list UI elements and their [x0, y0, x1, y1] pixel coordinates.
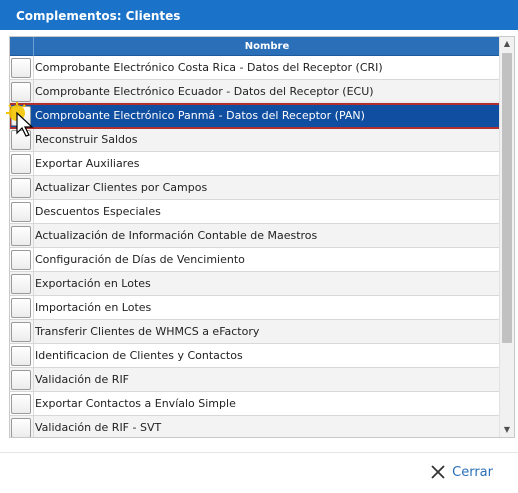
table-row[interactable]: Exportar Auxiliares [10, 152, 500, 176]
row-checkbox[interactable] [11, 154, 31, 174]
row-label: Importación en Lotes [35, 301, 152, 314]
table-row[interactable]: Descuentos Especiales [10, 200, 500, 224]
row-label: Validación de RIF [35, 373, 130, 386]
row-checkbox-cell [10, 80, 34, 103]
table-row[interactable]: Actualizar Clientes por Campos [10, 176, 500, 200]
vertical-scrollbar[interactable]: ▲ ▼ [499, 37, 514, 437]
row-checkbox-cell [10, 56, 34, 79]
table-row[interactable]: Exportar Contactos a Envíalo Simple [10, 392, 500, 416]
row-checkbox[interactable] [11, 58, 31, 78]
row-checkbox-cell [10, 152, 34, 175]
grid-header: Nombre [10, 37, 500, 56]
plugins-grid: Nombre Comprobante Electrónico Costa Ric… [9, 36, 515, 438]
row-checkbox-cell [10, 416, 34, 437]
row-label: Identificacion de Clientes y Contactos [35, 349, 243, 362]
row-checkbox-cell [10, 200, 34, 223]
row-label: Actualización de Información Contable de… [35, 229, 318, 242]
grid-rows: Comprobante Electrónico Costa Rica - Dat… [10, 56, 501, 437]
row-checkbox-cell [10, 224, 34, 247]
row-label: Exportar Contactos a Envíalo Simple [35, 397, 236, 410]
table-row[interactable]: Transferir Clientes de WHMCS a eFactory [10, 320, 500, 344]
row-checkbox[interactable] [11, 322, 31, 342]
row-checkbox-cell [10, 296, 34, 319]
row-checkbox-cell [10, 248, 34, 271]
row-label: Validación de RIF - SVT [35, 421, 162, 434]
row-checkbox[interactable] [11, 82, 31, 102]
row-checkbox[interactable] [11, 370, 31, 390]
row-label: Actualizar Clientes por Campos [35, 181, 208, 194]
row-label: Comprobante Electrónico Ecuador - Datos … [35, 85, 374, 98]
row-checkbox[interactable] [11, 202, 31, 222]
mouse-pointer-icon [6, 102, 34, 137]
table-row[interactable]: Identificacion de Clientes y Contactos [10, 344, 500, 368]
row-label: Descuentos Especiales [35, 205, 161, 218]
row-checkbox-cell [10, 320, 34, 343]
table-row[interactable]: Configuración de Días de Vencimiento [10, 248, 500, 272]
dialog-footer: Cerrar [0, 452, 518, 493]
row-checkbox-cell [10, 368, 34, 391]
row-label: Comprobante Electrónico Costa Rica - Dat… [35, 61, 383, 74]
table-row[interactable]: Comprobante Electrónico Ecuador - Datos … [10, 80, 500, 104]
row-checkbox[interactable] [11, 418, 31, 437]
scroll-down-arrow-icon[interactable]: ▼ [500, 423, 514, 437]
row-checkbox-cell [10, 272, 34, 295]
column-header-nombre[interactable]: Nombre [34, 37, 500, 55]
row-checkbox[interactable] [11, 274, 31, 294]
row-label: Configuración de Días de Vencimiento [35, 253, 245, 266]
row-label: Reconstruir Saldos [35, 133, 138, 146]
table-row[interactable]: Importación en Lotes [10, 296, 500, 320]
row-label: Exportación en Lotes [35, 277, 151, 290]
close-x-icon [431, 465, 445, 479]
row-checkbox[interactable] [11, 226, 31, 246]
row-checkbox[interactable] [11, 346, 31, 366]
row-checkbox[interactable] [11, 394, 31, 414]
row-label: Exportar Auxiliares [35, 157, 140, 170]
table-row[interactable]: Validación de RIF - SVT [10, 416, 500, 437]
header-checkbox-column [10, 37, 34, 56]
close-button[interactable]: Cerrar [430, 464, 493, 480]
table-row[interactable]: Reconstruir Saldos [10, 128, 500, 152]
dialog-title: Complementos: Clientes [0, 0, 518, 30]
scroll-thumb[interactable] [502, 53, 512, 343]
table-row[interactable]: Comprobante Electrónico Costa Rica - Dat… [10, 56, 500, 80]
row-checkbox-cell [10, 176, 34, 199]
row-checkbox-cell [10, 344, 34, 367]
row-label: Comprobante Electrónico Panmá - Datos de… [35, 109, 365, 122]
scroll-up-arrow-icon[interactable]: ▲ [500, 37, 514, 51]
close-button-label: Cerrar [452, 464, 493, 480]
table-row[interactable]: Actualización de Información Contable de… [10, 224, 500, 248]
row-checkbox[interactable] [11, 298, 31, 318]
row-checkbox[interactable] [11, 250, 31, 270]
row-checkbox[interactable] [11, 178, 31, 198]
table-row[interactable]: Comprobante Electrónico Panmá - Datos de… [10, 103, 501, 129]
row-checkbox-cell [10, 392, 34, 415]
table-row[interactable]: Exportación en Lotes [10, 272, 500, 296]
row-label: Transferir Clientes de WHMCS a eFactory [35, 325, 260, 338]
table-row[interactable]: Validación de RIF [10, 368, 500, 392]
